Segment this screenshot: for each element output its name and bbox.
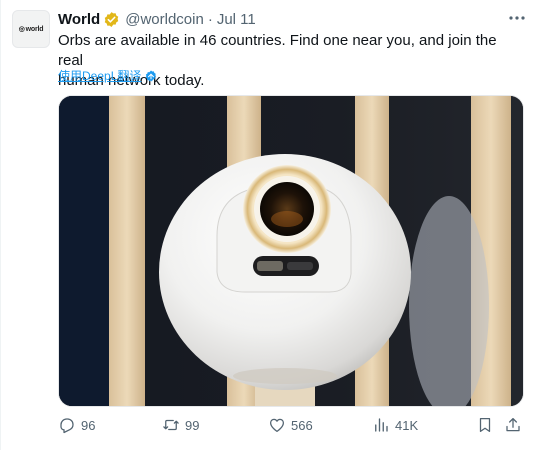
more-icon[interactable] [507, 10, 527, 26]
avatar-text: world [25, 25, 44, 33]
world-logo-icon: ◎ [18, 26, 25, 33]
reply-button[interactable]: 96 [58, 414, 95, 436]
like-count: 566 [291, 417, 313, 433]
tweet-header: World @worldcoin · Jul 11 [58, 8, 256, 30]
avatar[interactable]: ◎ world [12, 10, 50, 48]
repost-icon [163, 419, 179, 431]
author-handle[interactable]: @worldcoin [125, 11, 204, 28]
verified-icon[interactable] [103, 11, 120, 28]
tweet-actions: 96 99 566 41K [58, 414, 530, 436]
translate-link[interactable]: 使用DeepL翻译 [58, 67, 157, 84]
reply-count: 96 [81, 417, 96, 433]
separator: · [207, 10, 213, 28]
bookmark-button[interactable] [476, 414, 494, 436]
translate-label[interactable]: 使用DeepL翻译 [58, 67, 141, 84]
share-icon [506, 417, 520, 432]
tweet-date[interactable]: Jul 11 [217, 11, 256, 28]
bookmark-icon [479, 417, 491, 433]
like-button[interactable]: 566 [268, 414, 313, 436]
tweet-card[interactable]: ◎ world World @worldcoin · Jul 11 Orbs ar… [0, 0, 549, 450]
reply-icon [60, 418, 74, 434]
translate-icon [146, 70, 157, 81]
orb-photo [59, 96, 523, 406]
thread-line [0, 0, 1, 450]
views-icon [375, 418, 388, 432]
share-button[interactable] [504, 414, 522, 436]
views-button[interactable]: 41K [372, 414, 418, 436]
tweet-media-photo[interactable] [58, 95, 524, 407]
author-name[interactable]: World [58, 11, 100, 28]
views-count: 41K [395, 417, 419, 433]
repost-count: 99 [185, 417, 200, 433]
repost-button[interactable]: 99 [162, 414, 199, 436]
like-icon [269, 418, 285, 433]
